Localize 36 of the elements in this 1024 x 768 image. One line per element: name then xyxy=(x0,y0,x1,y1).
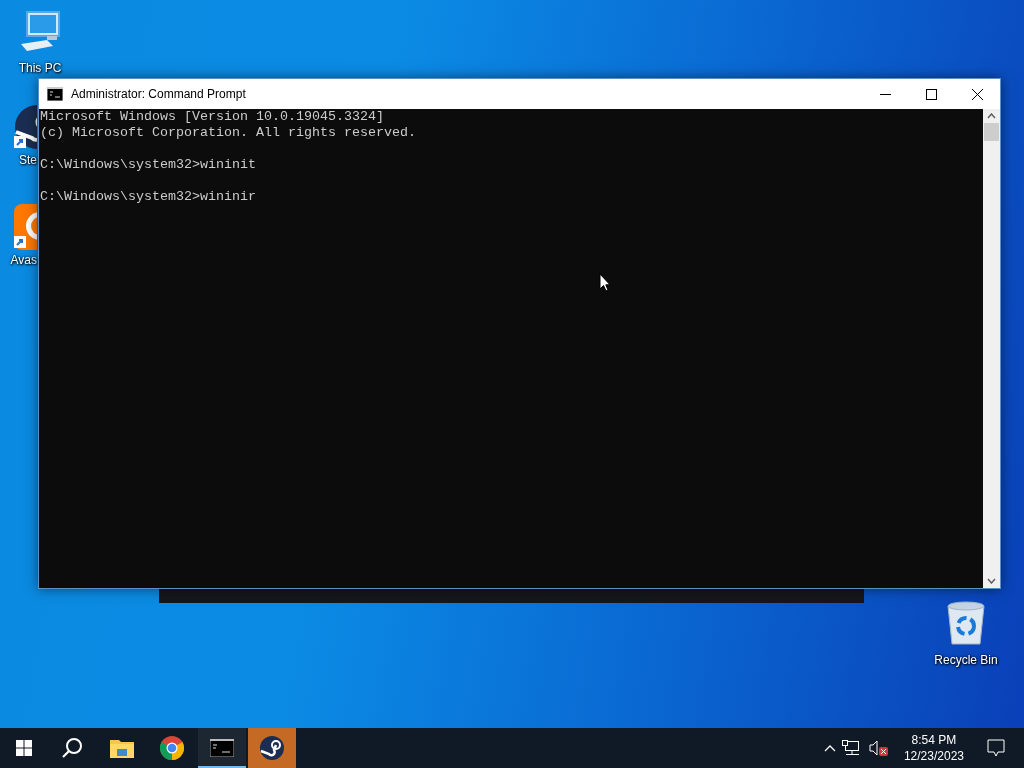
maximize-icon xyxy=(925,88,937,100)
network-button[interactable] xyxy=(841,740,860,756)
icon-label: Recycle Bin xyxy=(934,653,998,667)
console-icon xyxy=(210,739,234,757)
chevron-up-icon xyxy=(823,744,836,752)
console-line: C:\Windows\system32>wininir xyxy=(40,189,256,205)
chrome-icon xyxy=(160,736,184,760)
taskbar-app-button[interactable] xyxy=(198,728,246,768)
avast-icon xyxy=(14,204,37,250)
windows-logo-icon xyxy=(16,740,32,756)
search-icon xyxy=(61,737,83,759)
close-icon xyxy=(971,88,983,100)
mouse-cursor-icon xyxy=(599,273,611,292)
scroll-thumb[interactable] xyxy=(984,123,999,141)
icon-label: This PC xyxy=(18,61,62,75)
icon-label: Avas xyxy=(10,253,37,267)
scroll-up-icon[interactable] xyxy=(987,113,996,119)
speech-bubble-icon xyxy=(987,739,1005,757)
show-hidden-icons-button[interactable] xyxy=(823,744,836,752)
clock[interactable]: 8:54 PM 12/23/2023 xyxy=(897,732,970,764)
folder-icon xyxy=(110,738,134,758)
clock-date: 12/23/2023 xyxy=(903,748,964,764)
clock-time: 8:54 PM xyxy=(911,732,957,748)
taskbar-app-button[interactable] xyxy=(248,728,296,768)
scroll-down-icon[interactable] xyxy=(987,578,996,584)
console-line: Microsoft Windows [Version 10.0.19045.3324] xyxy=(40,109,384,125)
network-icon xyxy=(841,740,860,756)
console-line: C:\Windows\system32>wininit xyxy=(40,157,256,173)
recycle-bin-icon xyxy=(944,600,988,646)
steam-icon xyxy=(260,736,284,760)
icon-label: Ste xyxy=(19,153,37,167)
window-title: Administrator: Command Prompt xyxy=(71,87,247,101)
minimize-icon xyxy=(879,93,891,95)
console-icon xyxy=(47,87,63,101)
scrollbar[interactable] xyxy=(983,109,1000,588)
console-line: (c) Microsoft Corporation. All rights reserved. xyxy=(40,125,416,141)
